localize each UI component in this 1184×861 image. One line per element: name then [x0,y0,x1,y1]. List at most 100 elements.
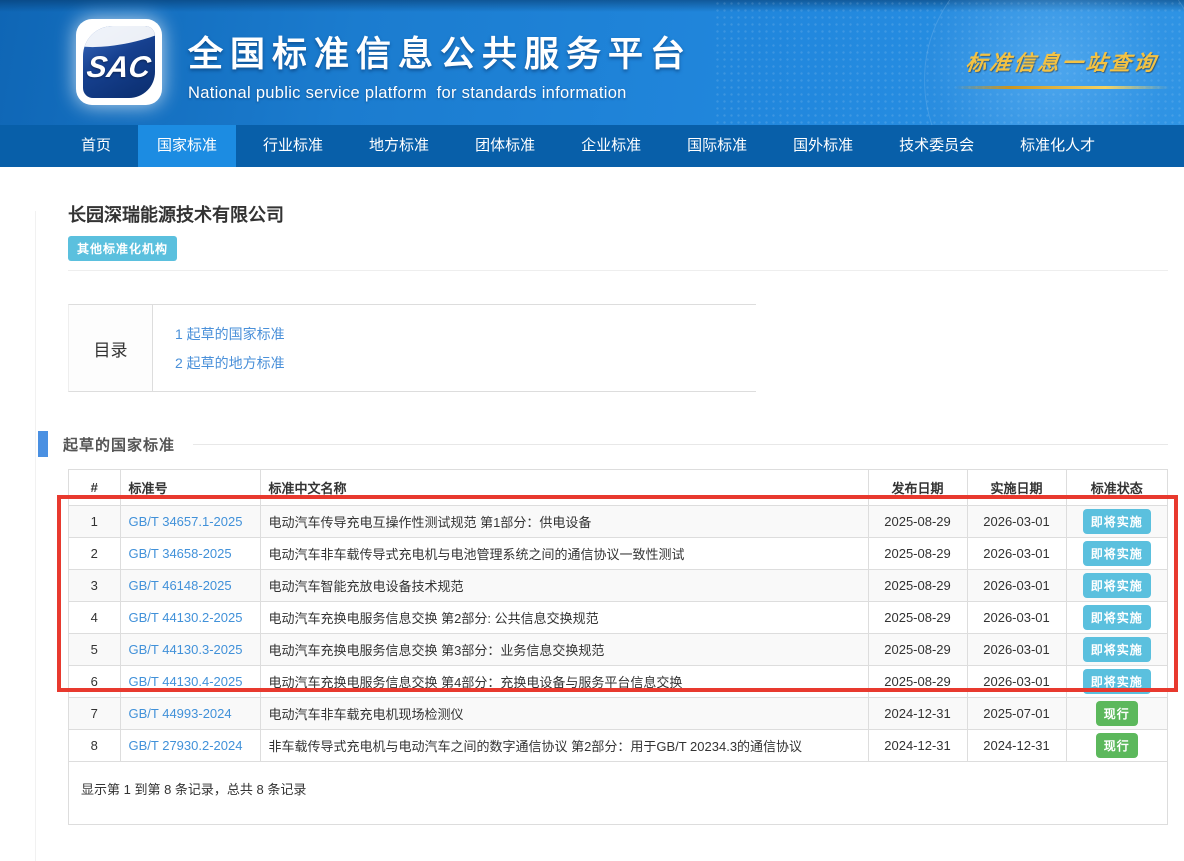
table-of-contents: 目录 1 起草的国家标准2 起草的地方标准 [68,304,756,392]
table-header-row: #标准号标准中文名称发布日期实施日期标准状态 [69,470,1167,505]
standard-code-link[interactable]: GB/T 34658-2025 [129,546,232,561]
site-title: 全国标准信息公共服务平台 [188,26,692,77]
row-number: 2 [69,537,120,569]
standard-name: 电动汽车传导充电互操作性测试规范 第1部分：供电设备 [260,505,868,537]
standard-code-link[interactable]: GB/T 27930.2-2024 [129,738,243,753]
standards-table: #标准号标准中文名称发布日期实施日期标准状态 1 GB/T 34657.1-202… [69,470,1167,762]
implement-date: 2025-07-01 [967,697,1066,729]
slogan-calligraphy: 标准信息一站查询 [964,47,1160,77]
divider [68,270,1168,271]
section-title: 起草的国家标准 [63,434,175,455]
page-title: 长园深瑞能源技术有限公司 [68,201,1184,227]
standard-name: 电动汽车充换电服务信息交换 第2部分: 公共信息交换规范 [260,601,868,633]
implement-date: 2026-03-01 [967,569,1066,601]
standard-name: 非车载传导式充电机与电动汽车之间的数字通信协议 第2部分：用于GB/T 2023… [260,729,868,761]
column-header-0: # [69,470,120,505]
nav-item-团体标准[interactable]: 团体标准 [456,125,554,167]
standard-code-link[interactable]: GB/T 44993-2024 [129,706,232,721]
status-cell: 即将实施 [1066,537,1167,569]
standard-code-link[interactable]: GB/T 46148-2025 [129,578,232,593]
org-type-badge: 其他标准化机构 [68,236,177,261]
standard-code-link[interactable]: GB/T 34657.1-2025 [129,514,243,529]
status-badge: 即将实施 [1083,669,1151,694]
status-badge: 即将实施 [1083,605,1151,630]
standard-code-link[interactable]: GB/T 44130.3-2025 [129,642,243,657]
page-content: 长园深瑞能源技术有限公司 其他标准化机构 目录 1 起草的国家标准2 起草的地方… [0,201,1184,825]
status-cell: 即将实施 [1066,505,1167,537]
implement-date: 2026-03-01 [967,537,1066,569]
nav-item-国际标准[interactable]: 国际标准 [668,125,766,167]
status-badge: 即将实施 [1083,509,1151,534]
implement-date: 2026-03-01 [967,505,1066,537]
site-header: SAC 全国标准信息公共服务平台 National public service… [0,0,1184,125]
nav-item-地方标准[interactable]: 地方标准 [350,125,448,167]
row-number: 3 [69,569,120,601]
implement-date: 2026-03-01 [967,601,1066,633]
status-cell: 即将实施 [1066,601,1167,633]
sac-logo-shape: SAC [83,26,155,98]
standard-code-cell: GB/T 44130.4-2025 [120,665,260,697]
publish-date: 2025-08-29 [868,633,967,665]
nav-item-首页[interactable]: 首页 [62,125,130,167]
column-header-4: 实施日期 [967,470,1066,505]
standard-code-cell: GB/T 44130.3-2025 [120,633,260,665]
table-row: 1 GB/T 34657.1-2025 电动汽车传导充电互操作性测试规范 第1部分：… [69,505,1167,537]
table-row: 4 GB/T 44130.2-2025 电动汽车充换电服务信息交换 第2部分: 公共… [69,601,1167,633]
standard-code-link[interactable]: GB/T 44130.2-2025 [129,610,243,625]
status-cell: 现行 [1066,697,1167,729]
row-number: 1 [69,505,120,537]
publish-date: 2025-08-29 [868,665,967,697]
column-header-2: 标准中文名称 [260,470,868,505]
nav-item-企业标准[interactable]: 企业标准 [562,125,660,167]
standard-code-cell: GB/T 46148-2025 [120,569,260,601]
nav-item-标准化人才[interactable]: 标准化人才 [1001,125,1114,167]
standard-code-cell: GB/T 27930.2-2024 [120,729,260,761]
toc-links: 1 起草的国家标准2 起草的地方标准 [153,305,285,391]
standard-code-cell: GB/T 44130.2-2025 [120,601,260,633]
standard-name: 电动汽车充换电服务信息交换 第3部分：业务信息交换规范 [260,633,868,665]
status-badge: 现行 [1096,701,1138,726]
nav-item-行业标准[interactable]: 行业标准 [244,125,342,167]
table-row: 5 GB/T 44130.3-2025 电动汽车充换电服务信息交换 第3部分：业务信… [69,633,1167,665]
sac-logo-text: SAC [85,51,153,85]
status-cell: 即将实施 [1066,633,1167,665]
table-row: 8 GB/T 27930.2-2024 非车载传导式充电机与电动汽车之间的数字通信协… [69,729,1167,761]
implement-date: 2026-03-01 [967,633,1066,665]
status-badge: 即将实施 [1083,573,1151,598]
sac-logo[interactable]: SAC [76,19,162,105]
status-cell: 即将实施 [1066,569,1167,601]
row-number: 4 [69,601,120,633]
standard-code-link[interactable]: GB/T 44130.4-2025 [129,674,243,689]
section-marker-icon [38,431,48,457]
content-left-edge [35,211,36,861]
status-badge: 即将实施 [1083,541,1151,566]
section-heading: 起草的国家标准 [38,431,1168,457]
toc-link-1[interactable]: 1 起草的国家标准 [175,320,285,349]
column-header-1: 标准号 [120,470,260,505]
publish-date: 2025-08-29 [868,505,967,537]
row-number: 5 [69,633,120,665]
column-header-5: 标准状态 [1066,470,1167,505]
standard-code-cell: GB/T 44993-2024 [120,697,260,729]
publish-date: 2025-08-29 [868,601,967,633]
toc-link-2[interactable]: 2 起草的地方标准 [175,349,285,378]
status-badge: 现行 [1096,733,1138,758]
row-number: 6 [69,665,120,697]
column-header-3: 发布日期 [868,470,967,505]
title-block: 全国标准信息公共服务平台 National public service pla… [188,26,692,103]
standard-name: 电动汽车智能充放电设备技术规范 [260,569,868,601]
table-row: 3 GB/T 46148-2025 电动汽车智能充放电设备技术规范2025-08-2… [69,569,1167,601]
nav-item-技术委员会[interactable]: 技术委员会 [880,125,993,167]
table-row: 2 GB/T 34658-2025 电动汽车非车载传导式充电机与电池管理系统之间的通… [69,537,1167,569]
publish-date: 2025-08-29 [868,569,967,601]
status-cell: 即将实施 [1066,665,1167,697]
standard-code-cell: GB/T 34657.1-2025 [120,505,260,537]
table-row: 6GB/T 44130.4-2025电动汽车充换电服务信息交换 第4部分：充换电… [69,665,1167,697]
standards-table-panel: #标准号标准中文名称发布日期实施日期标准状态 1 GB/T 34657.1-202… [68,469,1168,825]
publish-date: 2025-08-29 [868,537,967,569]
row-number: 8 [69,729,120,761]
table-row: 7GB/T 44993-2024电动汽车非车载充电机现场检测仪2024-12-3… [69,697,1167,729]
standard-name: 电动汽车非车载传导式充电机与电池管理系统之间的通信协议一致性测试 [260,537,868,569]
nav-item-国家标准[interactable]: 国家标准 [138,125,236,167]
nav-item-国外标准[interactable]: 国外标准 [774,125,872,167]
